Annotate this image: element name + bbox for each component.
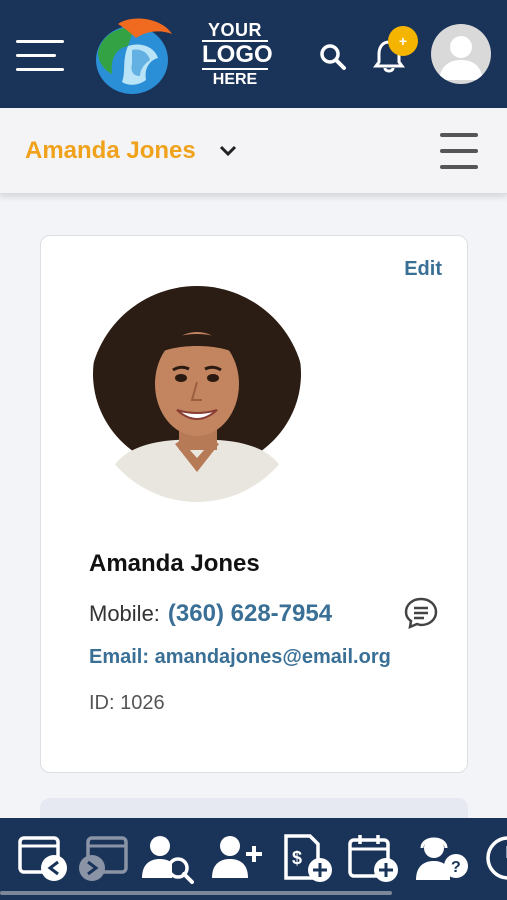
check-in-icon[interactable] bbox=[16, 832, 70, 884]
email-link[interactable]: Email: amandajones@email.org bbox=[89, 646, 391, 669]
user-switch-dropdown[interactable]: Amanda Jones bbox=[25, 134, 238, 168]
search-person-icon[interactable] bbox=[140, 832, 194, 884]
menu-icon[interactable] bbox=[440, 133, 480, 171]
billing-add-icon[interactable]: $ bbox=[280, 832, 334, 884]
logo-line-2: LOGO bbox=[202, 40, 273, 70]
logo-line-3: HERE bbox=[212, 71, 258, 88]
selected-user-name: Amanda Jones bbox=[25, 137, 196, 164]
clock-icon[interactable] bbox=[484, 832, 507, 884]
logo-line-1: YOUR bbox=[207, 20, 262, 40]
toolbar-scrollbar[interactable] bbox=[0, 891, 392, 895]
svg-text:$: $ bbox=[292, 848, 302, 868]
chat-bubble-icon[interactable] bbox=[403, 596, 439, 630]
search-icon[interactable] bbox=[318, 42, 348, 72]
globe-logo-icon bbox=[96, 18, 172, 94]
profile-name: Amanda Jones bbox=[89, 550, 260, 577]
mobile-row: Mobile: (360) 628-7954 bbox=[89, 596, 441, 632]
profile-card: Edit Amanda Jones Mobile: (360) 628-7954… bbox=[40, 235, 468, 773]
bottom-toolbar: $ ? bbox=[0, 818, 507, 900]
chevron-down-icon bbox=[219, 145, 236, 157]
notification-badge[interactable]: + bbox=[388, 26, 418, 56]
user-avatar-icon[interactable] bbox=[431, 24, 491, 84]
logo-placeholder: YOUR LOGO HERE bbox=[200, 20, 273, 92]
check-out-icon[interactable] bbox=[78, 832, 132, 884]
mobile-label: Mobile: bbox=[89, 601, 160, 626]
svg-text:?: ? bbox=[451, 859, 461, 876]
member-id: ID: 1026 bbox=[89, 692, 165, 714]
profile-photo bbox=[89, 286, 305, 502]
app: YOUR LOGO HERE + Amanda Jones Edit Amand… bbox=[0, 0, 507, 900]
calendar-add-icon[interactable] bbox=[346, 832, 400, 884]
add-person-icon[interactable] bbox=[210, 832, 264, 884]
support-help-icon[interactable]: ? bbox=[414, 832, 468, 884]
edit-link[interactable]: Edit bbox=[404, 258, 442, 281]
user-selector-bar: Amanda Jones bbox=[0, 108, 507, 194]
mobile-number-link[interactable]: (360) 628-7954 bbox=[168, 600, 332, 628]
hamburger-menu-icon[interactable] bbox=[16, 40, 66, 74]
